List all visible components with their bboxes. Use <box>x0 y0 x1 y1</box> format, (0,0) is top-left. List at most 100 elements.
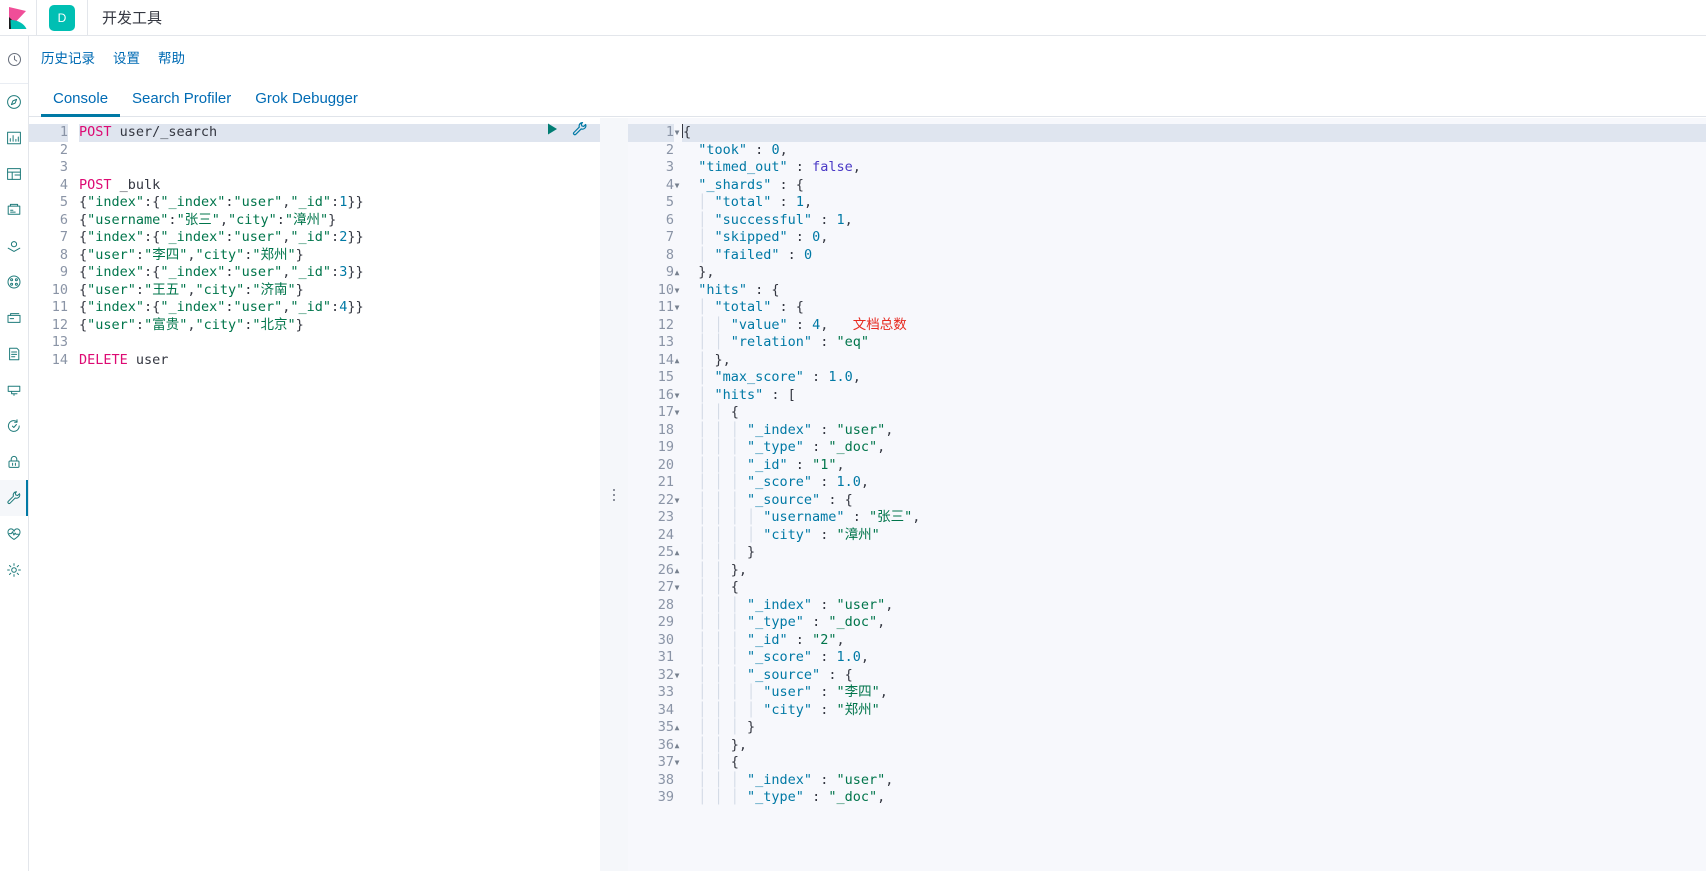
sidebar-item-siem[interactable] <box>0 444 28 480</box>
code-line[interactable]: │ "failed" : 0 <box>682 247 1706 265</box>
sidebar-item-management[interactable] <box>0 552 28 588</box>
code-line[interactable]: │ │ "value" : 4, 文档总数 <box>682 317 1706 335</box>
kibana-logo-icon[interactable] <box>0 0 36 36</box>
code-line[interactable]: {"index":{"_index":"user","_id":2}} <box>79 229 600 247</box>
code-line[interactable]: │ │ │ "_index" : "user", <box>682 597 1706 615</box>
code-line[interactable]: │ │ { <box>682 754 1706 772</box>
sidebar-item-visualize[interactable] <box>0 120 28 156</box>
tab-grok-debugger[interactable]: Grok Debugger <box>243 90 370 116</box>
token-punc: : <box>747 141 772 158</box>
code-line[interactable]: │ │ }, <box>682 562 1706 580</box>
token-punc: : <box>135 316 145 333</box>
sidebar-item-discover[interactable] <box>0 84 28 120</box>
sidebar-item-monitoring[interactable] <box>0 516 28 552</box>
code-line[interactable]: "_shards" : { <box>682 177 1706 195</box>
code-line[interactable] <box>79 159 600 177</box>
token-str: "user" <box>836 771 886 788</box>
code-line[interactable]: │ │ │ │ "city" : "漳州" <box>682 527 1706 545</box>
code-line[interactable]: │ "successful" : 1, <box>682 212 1706 230</box>
code-line[interactable]: │ │ │ "_source" : { <box>682 667 1706 685</box>
sidebar-item-infrastructure[interactable] <box>0 300 28 336</box>
code-line[interactable] <box>79 334 600 352</box>
sidebar-item-dashboard[interactable] <box>0 156 28 192</box>
token-key: "hits" <box>714 386 764 403</box>
code-line[interactable]: │ │ │ │ "username" : "张三", <box>682 509 1706 527</box>
wrench-icon[interactable] <box>572 121 588 137</box>
token-punc: } <box>295 281 304 298</box>
token-str: "张三" <box>176 211 220 228</box>
code-line[interactable]: {"index":{"_index":"user","_id":4}} <box>79 299 600 317</box>
code-line[interactable]: {"username":"张三","city":"漳州"} <box>79 212 600 230</box>
code-line[interactable]: │ "skipped" : 0, <box>682 229 1706 247</box>
code-line[interactable]: │ │ │ "_score" : 1.0, <box>682 649 1706 667</box>
code-line[interactable]: │ │ │ "_type" : "_doc", <box>682 439 1706 457</box>
sidebar-item-dev-tools[interactable] <box>0 480 28 516</box>
sidebar-item-logs[interactable] <box>0 336 28 372</box>
token-punc: : <box>812 596 837 613</box>
code-line[interactable]: │ │ │ "_source" : { <box>682 492 1706 510</box>
code-line[interactable]: │ │ │ │ "city" : "郑州" <box>682 702 1706 720</box>
pane-resize-handle[interactable] <box>600 118 628 871</box>
token-str: "李四" <box>836 684 880 700</box>
code-line[interactable]: │ │ "relation" : "eq" <box>682 334 1706 352</box>
request-code[interactable]: POST user/_search POST _bulk {"index":{"_i… <box>77 118 600 871</box>
code-line[interactable]: {"user":"王五","city":"济南"} <box>79 282 600 300</box>
code-line[interactable]: │ │ │ "_index" : "user", <box>682 422 1706 440</box>
code-line[interactable] <box>79 142 600 160</box>
code-line[interactable]: {"user":"李四","city":"郑州"} <box>79 247 600 265</box>
app-badge[interactable]: D <box>49 4 75 31</box>
line-number: 31 <box>657 649 674 665</box>
code-line[interactable]: "hits" : { <box>682 282 1706 300</box>
request-editor-pane[interactable]: 1 2 3 4 5 6 7 8 9 10 11 12 13 14 POST user/_search POS… <box>29 118 600 871</box>
code-line[interactable]: }, <box>682 264 1706 282</box>
subnav-help[interactable]: 帮助 <box>158 47 185 67</box>
code-line[interactable]: │ │ │ "_index" : "user", <box>682 772 1706 790</box>
code-line[interactable]: { <box>682 124 1706 142</box>
sidebar-item-recently-viewed[interactable] <box>0 36 28 84</box>
sidebar-item-uptime[interactable] <box>0 408 28 444</box>
sidebar-item-apm[interactable] <box>0 372 28 408</box>
sidebar-item-machine-learning[interactable] <box>0 264 28 300</box>
play-triangle-icon[interactable] <box>544 121 560 137</box>
code-line[interactable]: "took" : 0, <box>682 142 1706 160</box>
code-line[interactable]: │ │ │ "_id" : "2", <box>682 632 1706 650</box>
code-line[interactable]: │ "total" : 1, <box>682 194 1706 212</box>
code-line[interactable]: │ }, <box>682 352 1706 370</box>
response-editor-pane[interactable]: 1 ▼ 2 3 4 ▼ 5 6 7 8 9 ▲ 10 ▼ 11 ▼ 12 13 14 ▲ 15 16 ▼ 17 ▼ 18 19 20 2… <box>628 118 1706 871</box>
code-line[interactable]: │ │ │ "_id" : "1", <box>682 457 1706 475</box>
subnav-history[interactable]: 历史记录 <box>41 47 95 67</box>
token-str: "user" <box>87 246 136 263</box>
code-line[interactable]: {"index":{"_index":"user","_id":3}} <box>79 264 600 282</box>
token-str: "_id" <box>290 229 332 245</box>
code-line[interactable]: │ │ │ } <box>682 719 1706 737</box>
bar-chart-icon <box>7 131 21 145</box>
tab-search-profiler[interactable]: Search Profiler <box>120 90 243 116</box>
tab-console[interactable]: Console <box>41 90 121 117</box>
code-line[interactable]: {"index":{"_index":"user","_id":1}} <box>79 194 600 212</box>
code-line[interactable]: POST user/_search <box>79 124 600 142</box>
sidebar-item-canvas[interactable] <box>0 192 28 228</box>
code-line[interactable]: DELETE user <box>79 352 600 370</box>
request-editor[interactable]: 1 2 3 4 5 6 7 8 9 10 11 12 13 14 POST user/_search POS… <box>29 118 600 871</box>
code-line[interactable]: │ │ }, <box>682 737 1706 755</box>
code-line[interactable]: │ │ { <box>682 579 1706 597</box>
subnav-settings[interactable]: 设置 <box>113 47 140 67</box>
code-line[interactable]: │ │ │ "_type" : "_doc", <box>682 789 1706 807</box>
response-code[interactable]: { "took" : 0, "timed_out" : false, "_sha… <box>680 118 1706 871</box>
code-line[interactable]: │ │ │ │ "user" : "李四", <box>682 684 1706 702</box>
code-line[interactable]: │ │ { <box>682 404 1706 422</box>
code-line[interactable]: │ │ │ "_score" : 1.0, <box>682 474 1706 492</box>
code-line[interactable]: │ "total" : { <box>682 299 1706 317</box>
code-line[interactable]: │ │ │ } <box>682 544 1706 562</box>
line-number: 20 <box>657 456 674 473</box>
code-line[interactable]: POST _bulk <box>79 177 600 195</box>
sidebar-item-maps[interactable] <box>0 228 28 264</box>
code-line[interactable]: │ "hits" : [ <box>682 387 1706 405</box>
token-str: "city" <box>227 211 277 228</box>
code-line[interactable]: "timed_out" : false, <box>682 159 1706 177</box>
response-editor[interactable]: 1 ▼ 2 3 4 ▼ 5 6 7 8 9 ▲ 10 ▼ 11 ▼ 12 13 14 ▲ 15 16 ▼ 17 ▼ 18 19 20 2… <box>628 118 1706 871</box>
code-line[interactable]: │ "max_score" : 1.0, <box>682 369 1706 387</box>
code-line[interactable]: {"user":"富贵","city":"北京"} <box>79 317 600 335</box>
token-key: "_score" <box>747 649 813 665</box>
code-line[interactable]: │ │ │ "_type" : "_doc", <box>682 614 1706 632</box>
